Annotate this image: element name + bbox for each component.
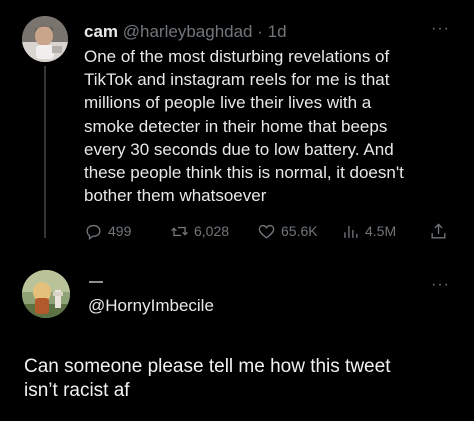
views-count: 4.5M	[365, 223, 397, 239]
like-icon	[258, 224, 275, 239]
thread-line	[44, 66, 46, 238]
retweet-count: 6,028	[194, 223, 230, 239]
reply-icon	[86, 224, 101, 240]
like-count: 65.6K	[281, 223, 318, 239]
author-handle-and-time[interactable]: @harleybaghdad · 1d	[123, 22, 287, 41]
reply-count: 499	[108, 223, 132, 239]
retweet-icon	[171, 226, 188, 236]
avatar-photo	[22, 16, 68, 62]
share-icon	[431, 222, 446, 239]
author-avatar[interactable]	[22, 16, 68, 62]
tweet-text-line: TikTok and instagram reels for me is tha…	[84, 70, 390, 90]
views-button[interactable]: 4.5M	[341, 220, 396, 242]
caption-line: isn’t racist af	[24, 380, 130, 401]
tweet-header: cam @harleybaghdad · 1d	[84, 21, 287, 43]
tweet-action-bar: 499 6,028 65.6K 4.5M	[84, 220, 454, 242]
screenshot-page: ··· cam @harleybaghdad · 1d One of the m…	[0, 0, 474, 421]
like-button[interactable]: 65.6K	[257, 220, 318, 242]
tweet-text-line: millions of people live their lives with…	[84, 93, 372, 113]
tweet-text-line: every 30 seconds due to low battery. And	[84, 139, 394, 159]
tweet-text-line: these people think this is normal, it do…	[84, 163, 404, 183]
more-options-icon[interactable]: ···	[431, 21, 450, 37]
reply-button[interactable]: 499	[84, 220, 131, 242]
tweet-text-line: One of the most disturbing revelations o…	[84, 47, 390, 66]
reply-author-handle[interactable]: @HornyImbecile	[88, 295, 214, 317]
reply-author-name-placeholder	[89, 281, 103, 283]
caption-text: Can someone please tell me how this twee…	[24, 355, 464, 403]
author-display-name[interactable]: cam	[84, 22, 118, 41]
reply-author-avatar[interactable]	[22, 270, 70, 318]
tweet-text-line: smoke detecter in their home that beeps	[84, 116, 388, 136]
avatar-photo	[22, 270, 70, 318]
retweet-button[interactable]: 6,028	[170, 220, 229, 242]
views-icon	[344, 225, 358, 238]
original-tweet[interactable]: ··· cam @harleybaghdad · 1d One of the m…	[0, 0, 474, 255]
share-button[interactable]	[429, 220, 453, 242]
tweet-text: One of the most disturbing revelations o…	[84, 45, 444, 207]
tweet-text-line: bother them whatsoever	[84, 186, 267, 206]
caption-line: Can someone please tell me how this twee…	[24, 356, 391, 377]
more-options-icon[interactable]: ···	[431, 277, 450, 293]
